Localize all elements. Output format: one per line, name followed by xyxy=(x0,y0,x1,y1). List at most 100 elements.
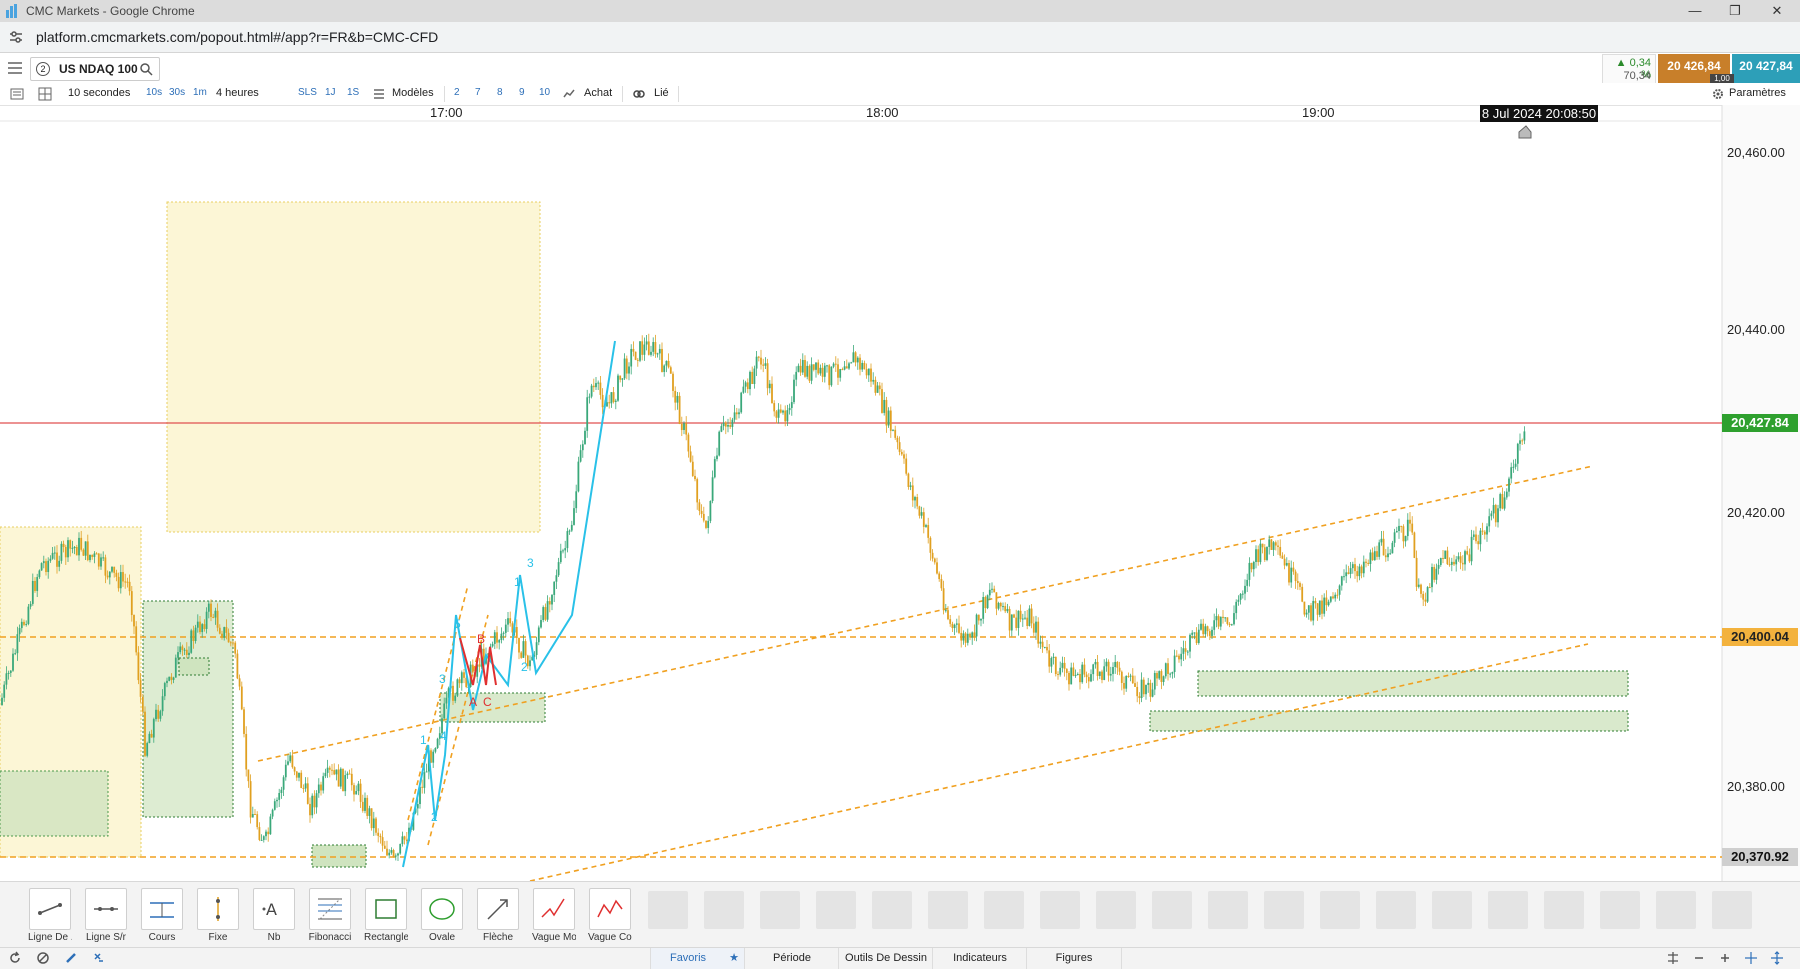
minimize-button[interactable]: — xyxy=(1680,2,1710,20)
time-marker-icon[interactable] xyxy=(1518,125,1532,139)
maximize-button[interactable]: ❐ xyxy=(1720,2,1750,20)
pencil-icon[interactable] xyxy=(64,951,78,965)
candle-body xyxy=(502,632,505,634)
linked-toggle[interactable]: Lié xyxy=(654,87,669,99)
empty-tool-slot[interactable] xyxy=(1152,891,1192,929)
trade-hand-icon[interactable] xyxy=(562,87,576,101)
tab-period[interactable]: Période xyxy=(744,948,839,969)
empty-tool-slot[interactable] xyxy=(1544,891,1584,929)
url-text[interactable]: platform.cmcmarkets.com/popout.html#/app… xyxy=(36,29,438,45)
tool-oval[interactable]: Ovale xyxy=(420,888,464,943)
expand-icon[interactable] xyxy=(1770,951,1784,965)
tab-favorites[interactable]: Favoris ★ xyxy=(650,948,745,969)
empty-tool-slot[interactable] xyxy=(1712,891,1752,929)
preset-2[interactable]: 2 xyxy=(454,87,460,98)
empty-tool-slot[interactable] xyxy=(1320,891,1360,929)
close-button[interactable]: ✕ xyxy=(1762,2,1792,20)
fit-icon[interactable] xyxy=(1666,951,1680,965)
list-view-icon[interactable] xyxy=(10,87,24,101)
candle-body xyxy=(16,634,19,654)
range-select[interactable]: 4 heures xyxy=(216,87,259,99)
empty-tool-slot[interactable] xyxy=(1432,891,1472,929)
preset-10[interactable]: 10 xyxy=(539,87,550,98)
empty-tool-slot[interactable] xyxy=(1264,891,1304,929)
empty-tool-slot[interactable] xyxy=(760,891,800,929)
empty-tool-slot[interactable] xyxy=(1600,891,1640,929)
empty-tool-slot[interactable] xyxy=(928,891,968,929)
green-zone[interactable] xyxy=(178,657,210,676)
buy-mode-button[interactable]: Achat xyxy=(584,87,612,99)
cancel-icon[interactable] xyxy=(36,951,50,965)
candle-body xyxy=(1136,686,1139,697)
price-axis[interactable] xyxy=(1722,105,1800,881)
tool-fixed[interactable]: Fixe xyxy=(196,888,240,943)
empty-tool-slot[interactable] xyxy=(648,891,688,929)
green-zone[interactable] xyxy=(0,770,109,837)
empty-tool-slot[interactable] xyxy=(816,891,856,929)
interval-30s[interactable]: 30s xyxy=(169,87,185,98)
tab-drawing-tools[interactable]: Outils De Dessin xyxy=(838,948,933,969)
range-1s[interactable]: 1S xyxy=(347,87,359,98)
level-price-tag[interactable]: 20,370.92 xyxy=(1722,848,1798,866)
empty-tool-slot[interactable] xyxy=(1488,891,1528,929)
candle-body xyxy=(89,554,91,561)
preset-7[interactable]: 7 xyxy=(475,87,481,98)
yellow-zone-upper[interactable] xyxy=(166,201,541,533)
tool-trend-line[interactable]: Ligne De ... xyxy=(28,888,72,943)
gear-icon[interactable] xyxy=(1711,87,1725,101)
magnet-icon[interactable] xyxy=(92,951,106,965)
site-settings-icon[interactable] xyxy=(8,29,24,45)
empty-tool-slot[interactable] xyxy=(1040,891,1080,929)
refresh-icon[interactable] xyxy=(8,951,22,965)
range-sls[interactable]: SLS xyxy=(298,87,317,98)
tool-rectangle[interactable]: Rectangle xyxy=(364,888,408,943)
empty-tool-slot[interactable] xyxy=(1096,891,1136,929)
price-chart[interactable]: 1 2 3 4 5 1 2 3 A B C 17:00 18:00 19:00 … xyxy=(0,105,1800,881)
wave-label: C xyxy=(483,695,492,709)
empty-tool-slot[interactable] xyxy=(704,891,744,929)
candle-body xyxy=(188,652,190,655)
link-icon[interactable] xyxy=(632,87,646,101)
candle-body xyxy=(366,797,369,816)
hamburger-menu-icon[interactable] xyxy=(8,62,22,74)
green-zone[interactable] xyxy=(311,844,367,868)
green-zone[interactable] xyxy=(1149,710,1629,732)
empty-tool-slot[interactable] xyxy=(1376,891,1416,929)
tool-price[interactable]: Cours xyxy=(140,888,184,943)
interval-10s[interactable]: 10s xyxy=(146,87,162,98)
interval-select[interactable]: 10 secondes xyxy=(68,87,130,99)
tab-shapes[interactable]: Figures xyxy=(1026,948,1122,969)
templates-icon[interactable] xyxy=(372,87,386,101)
trendline-lower[interactable] xyxy=(529,643,1589,881)
tool-sr-line[interactable]: Ligne S/r xyxy=(84,888,128,943)
candle-body xyxy=(1255,549,1257,562)
templates-button[interactable]: Modèles xyxy=(392,87,434,99)
range-1j[interactable]: 1J xyxy=(325,87,336,98)
empty-tool-slot[interactable] xyxy=(984,891,1024,929)
layout-grid-icon[interactable] xyxy=(38,87,52,101)
tool-text[interactable]: A Nb xyxy=(252,888,296,943)
chart-canvas[interactable] xyxy=(0,105,1800,881)
interval-1m[interactable]: 1m xyxy=(193,87,207,98)
tool-arrow[interactable]: Flèche xyxy=(476,888,520,943)
buy-price-button[interactable]: 20 427,84 xyxy=(1732,54,1800,84)
current-price-tag: 20,427.84 xyxy=(1722,414,1798,432)
preset-9[interactable]: 9 xyxy=(519,87,525,98)
search-icon[interactable] xyxy=(139,62,153,76)
tool-corrective-wave[interactable]: Vague Co... xyxy=(588,888,632,943)
tool-motive-wave[interactable]: Vague Mo... xyxy=(532,888,576,943)
symbol-selector[interactable]: 2 US NDAQ 100 xyxy=(30,57,160,81)
crosshair-icon[interactable] xyxy=(1744,951,1758,965)
settings-button[interactable]: Paramètres xyxy=(1729,87,1786,99)
empty-tool-slot[interactable] xyxy=(1208,891,1248,929)
preset-8[interactable]: 8 xyxy=(497,87,503,98)
empty-tool-slot[interactable] xyxy=(1656,891,1696,929)
zoom-out-icon[interactable] xyxy=(1692,951,1706,965)
candle-body xyxy=(623,358,626,379)
tab-indicators[interactable]: Indicateurs xyxy=(932,948,1027,969)
tool-fibonacci[interactable]: Fibonacci xyxy=(308,888,352,943)
candle-body xyxy=(1329,596,1332,602)
level-price-tag[interactable]: 20,400.04 xyxy=(1722,628,1798,646)
empty-tool-slot[interactable] xyxy=(872,891,912,929)
zoom-in-icon[interactable] xyxy=(1718,951,1732,965)
